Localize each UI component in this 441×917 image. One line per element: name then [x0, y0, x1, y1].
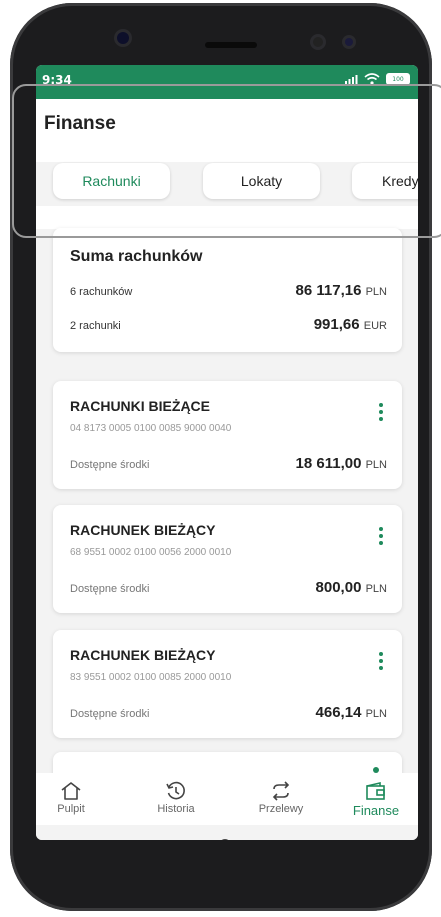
account-number: 04 8173 0005 0100 0085 9000 0040: [70, 423, 232, 434]
available-funds-label: Dostępne środki: [70, 708, 150, 720]
nav-finanse[interactable]: Finanse: [341, 781, 411, 818]
phone-side-button: [22, 345, 27, 405]
account-amount: 18 611,00 PLN: [295, 455, 387, 472]
account-card[interactable]: RACHUNEK BIEŻĄCY 68 9551 0002 0100 0056 …: [53, 505, 402, 613]
available-funds-label: Dostępne środki: [70, 583, 150, 595]
home-icon: [61, 782, 81, 800]
bottom-navigation: Pulpit Historia Przelewy Finanse: [36, 767, 418, 825]
account-name: RACHUNEK BIEŻĄCY: [70, 647, 216, 663]
nav-historia[interactable]: Historia: [141, 781, 211, 815]
account-card[interactable]: RACHUNEK BIEŻĄCY 83 9551 0002 0100 0085 …: [53, 630, 402, 738]
available-funds-label: Dostępne środki: [70, 459, 150, 471]
front-camera: [117, 32, 129, 44]
active-indicator: [373, 767, 379, 773]
account-number: 83 9551 0002 0100 0085 2000 0010: [70, 672, 232, 683]
nav-pulpit[interactable]: Pulpit: [36, 781, 106, 815]
sensor: [313, 37, 323, 47]
earpiece-speaker: [205, 42, 257, 48]
history-icon: [166, 781, 185, 800]
nav-przelewy[interactable]: Przelewy: [246, 781, 316, 815]
summary-row-amount: 991,66 EUR: [313, 316, 387, 333]
summary-row-amount: 86 117,16 PLN: [295, 282, 387, 299]
signal-icon: [345, 74, 358, 84]
sensor: [345, 38, 353, 46]
account-number: 68 9551 0002 0100 0056 2000 0010: [70, 547, 232, 558]
account-amount: 800,00 PLN: [315, 579, 387, 596]
more-options-icon[interactable]: [378, 652, 384, 670]
summary-row-label: 6 rachunków: [70, 286, 133, 298]
account-card[interactable]: RACHUNKI BIEŻĄCE 04 8173 0005 0100 0085 …: [53, 381, 402, 489]
account-name: RACHUNKI BIEŻĄCE: [70, 398, 210, 414]
transfer-icon: [272, 781, 290, 801]
more-options-icon[interactable]: [378, 403, 384, 421]
account-amount: 466,14 PLN: [315, 704, 387, 721]
more-options-icon[interactable]: [378, 527, 384, 545]
home-button[interactable]: [219, 839, 231, 840]
summary-title: Suma rachunków: [70, 248, 203, 265]
summary-card: Suma rachunków 6 rachunków 86 117,16 PLN…: [53, 228, 402, 352]
account-name: RACHUNEK BIEŻĄCY: [70, 522, 216, 538]
highlight-frame: [12, 84, 441, 238]
system-navigation-bar: [36, 825, 418, 840]
summary-row-label: 2 rachunki: [70, 320, 121, 332]
wallet-icon: [366, 781, 385, 800]
